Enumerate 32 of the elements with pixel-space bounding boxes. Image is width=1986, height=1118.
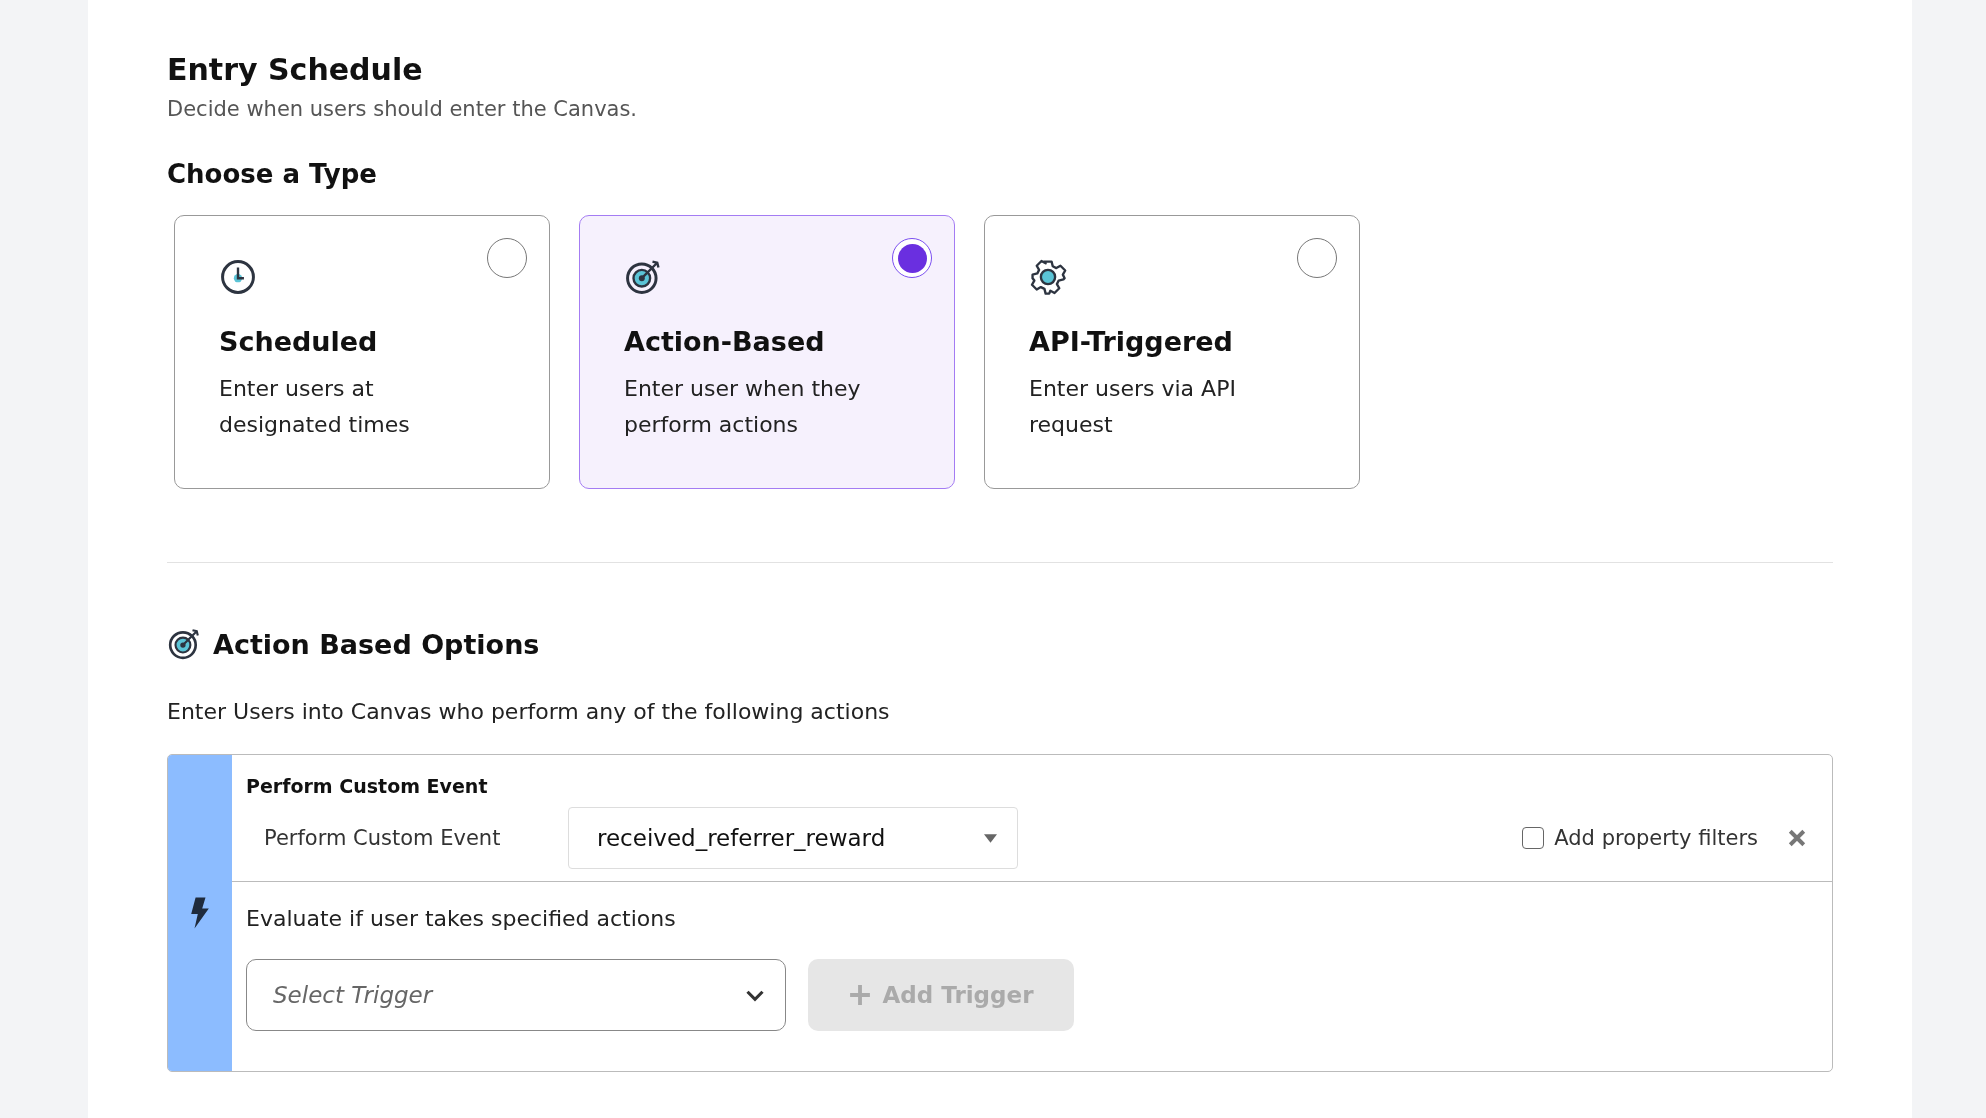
section-title: Entry Schedule: [167, 52, 424, 87]
card-title: Action-Based: [624, 326, 826, 357]
card-title: Scheduled: [219, 326, 379, 357]
chevron-down-icon: [745, 988, 765, 1002]
type-card[interactable]: Action-Based Enter user when they perform actions: [579, 215, 955, 489]
radio-button[interactable]: [1297, 238, 1337, 278]
event-label: Perform Custom Event: [263, 826, 502, 850]
radio-button[interactable]: [892, 238, 932, 278]
close-icon[interactable]: [1788, 829, 1806, 847]
trigger-select[interactable]: Select Trigger: [246, 959, 786, 1031]
plus-icon: [848, 984, 871, 1006]
evaluate-label: Evaluate if user takes specified actions: [246, 906, 677, 931]
card-title: API-Triggered: [1029, 326, 1234, 357]
target-icon: [167, 627, 201, 661]
property-filters-checkbox[interactable]: Add property filters: [1522, 826, 1758, 850]
event-dropdown[interactable]: received_referrer_reward: [568, 807, 1018, 869]
card-description: Enter users at designated times: [219, 375, 411, 439]
card-description: Enter users via API request: [1029, 375, 1237, 439]
gear-icon: [1029, 258, 1067, 296]
target-icon: [624, 258, 662, 296]
card-description: Enter user when they perform actions: [624, 375, 862, 439]
caret-icon: [984, 833, 997, 843]
type-card[interactable]: API-Triggered Enter users via API request: [984, 215, 1360, 489]
section-subtitle: Decide when users should enter the Canvas.: [167, 97, 639, 121]
event-heading: Perform Custom Event: [246, 775, 489, 797]
clock-icon: [219, 258, 257, 296]
lightning-icon: [189, 896, 211, 930]
options-title: Action Based Options: [213, 628, 540, 660]
options-description: Enter Users into Canvas who perform any of the following actions: [167, 699, 891, 724]
choose-type-heading: Choose a Type: [167, 159, 378, 189]
radio-button[interactable]: [487, 238, 527, 278]
type-card[interactable]: Scheduled Enter users at designated times: [174, 215, 550, 489]
